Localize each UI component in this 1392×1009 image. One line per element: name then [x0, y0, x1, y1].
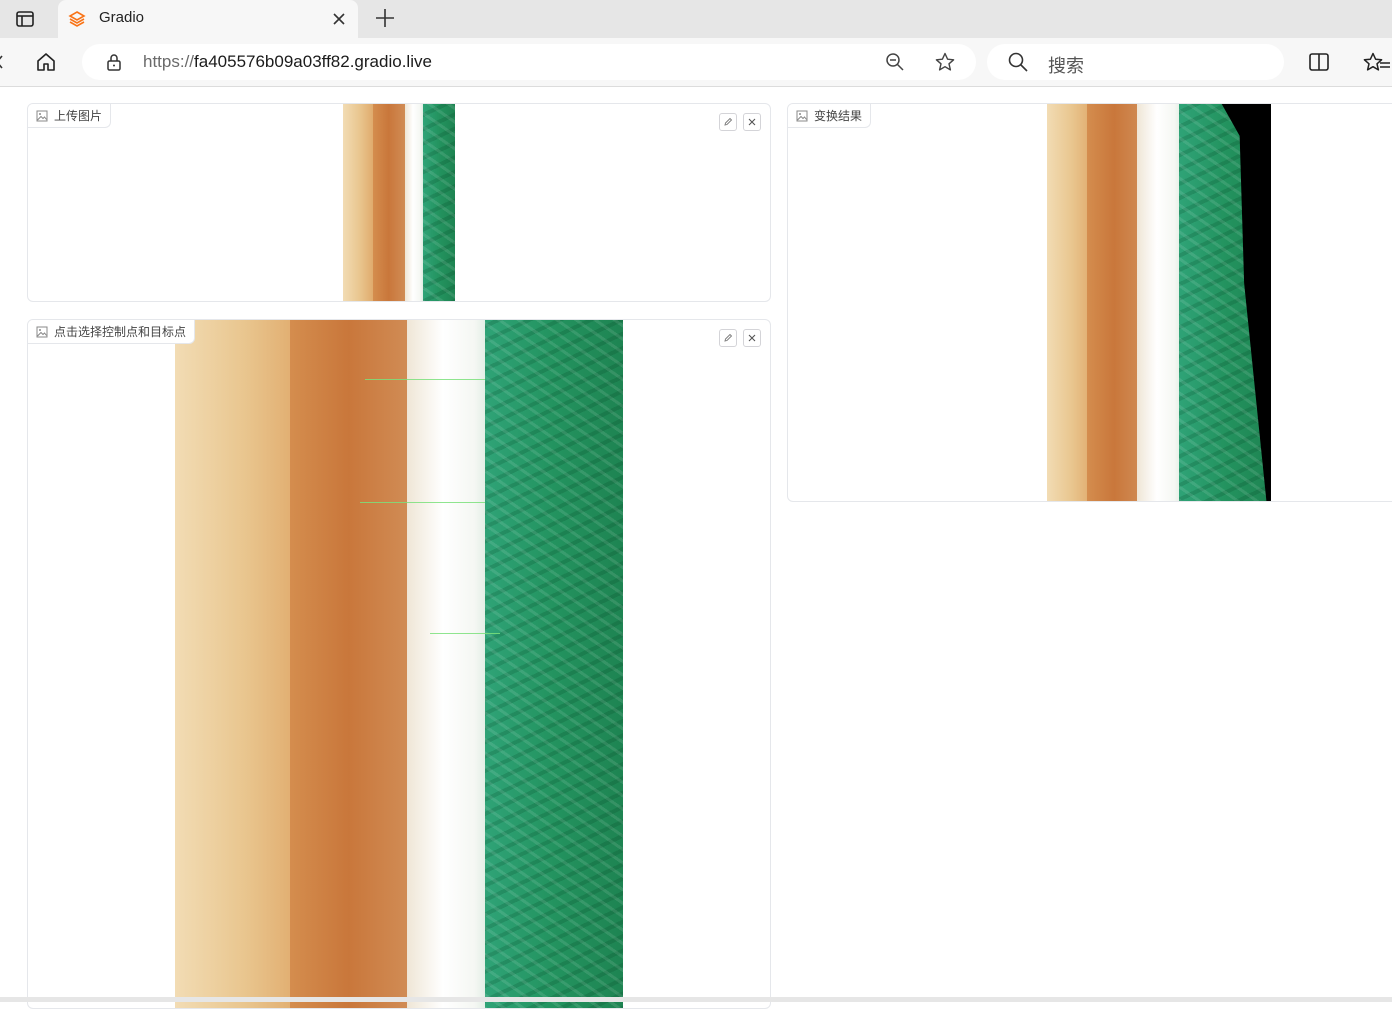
select-points-block[interactable]: 点击选择控制点和目标点: [27, 319, 771, 1009]
favorites-icon[interactable]: [1362, 51, 1392, 73]
home-icon[interactable]: [35, 51, 57, 73]
block-label-text: 点击选择控制点和目标点: [54, 325, 187, 339]
image-icon: [36, 326, 48, 338]
point-selection-image[interactable]: [175, 320, 623, 1008]
pencil-icon: [724, 333, 733, 342]
browser-tab[interactable]: Gradio: [58, 0, 358, 38]
close-icon: [748, 334, 756, 342]
block-label-text: 变换结果: [814, 109, 863, 123]
block-label: 上传图片: [28, 104, 112, 128]
uploaded-image: [343, 104, 455, 301]
sidebar-tabs-icon[interactable]: [14, 8, 36, 30]
close-icon: [748, 118, 756, 126]
tab-title: Gradio: [99, 9, 145, 26]
address-row: https://fa405576b09a03ff82.gradio.live 搜…: [0, 38, 1392, 87]
url-text: https://fa405576b09a03ff82.gradio.live: [143, 52, 432, 72]
back-arrow-icon[interactable]: [0, 52, 4, 72]
clear-button[interactable]: [743, 329, 761, 347]
image-icon: [36, 110, 48, 122]
tab-bar: Gradio: [0, 0, 1392, 38]
block-label-text: 上传图片: [54, 109, 103, 123]
clear-button[interactable]: [743, 113, 761, 131]
result-image: [1047, 104, 1271, 501]
close-icon[interactable]: [330, 10, 348, 28]
address-bar[interactable]: https://fa405576b09a03ff82.gradio.live: [82, 44, 976, 80]
pencil-icon: [724, 117, 733, 126]
control-point-line: [430, 633, 500, 634]
image-icon: [796, 110, 808, 122]
block-label: 变换结果: [788, 104, 872, 128]
search-box[interactable]: 搜索: [987, 44, 1284, 80]
control-point-line: [365, 379, 485, 380]
plus-icon[interactable]: [374, 7, 396, 29]
search-placeholder: 搜索: [1048, 56, 1084, 77]
edit-button[interactable]: [719, 113, 737, 131]
result-image-block[interactable]: 变换结果: [787, 103, 1392, 502]
search-icon: [1007, 51, 1029, 73]
block-label: 点击选择控制点和目标点: [28, 320, 196, 344]
url-scheme: https://: [143, 52, 195, 71]
url-host: fa405576b09a03ff82.gradio.live: [194, 52, 432, 71]
lock-icon[interactable]: [104, 52, 124, 72]
gradio-logo-icon: [68, 10, 86, 28]
control-point-line: [360, 502, 485, 503]
page-bottom-edge: [0, 997, 1392, 1002]
zoom-out-icon[interactable]: [884, 51, 906, 73]
split-screen-icon[interactable]: [1307, 51, 1331, 73]
edit-button[interactable]: [719, 329, 737, 347]
star-icon[interactable]: [934, 51, 956, 73]
upload-image-block[interactable]: 上传图片: [27, 103, 771, 302]
